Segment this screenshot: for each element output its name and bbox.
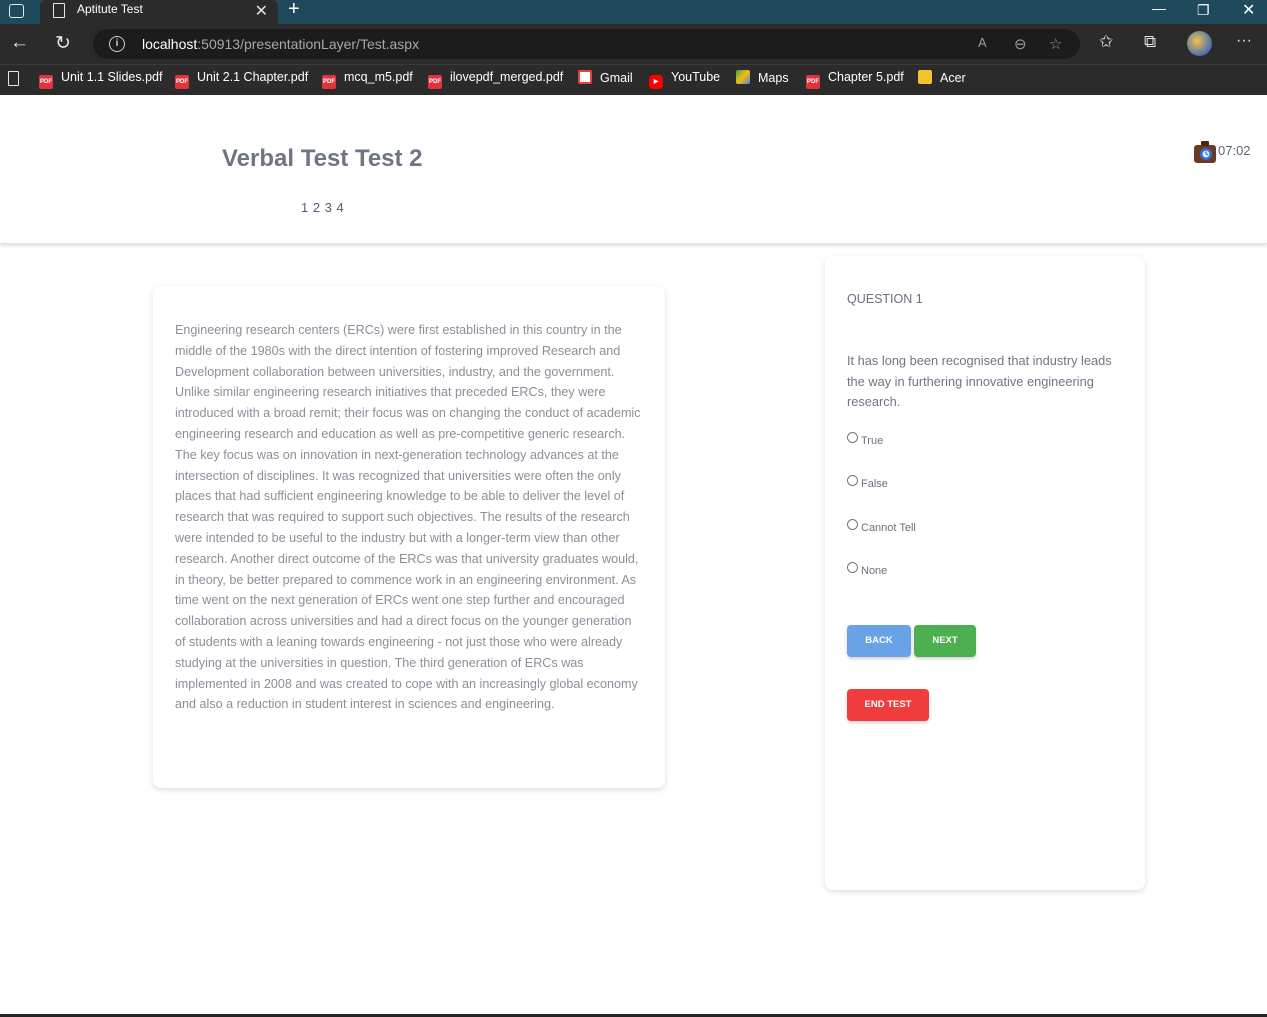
minimize-icon[interactable]: — — [1152, 0, 1166, 16]
question-text: It has long been recognised that industr… — [847, 353, 1112, 410]
passage-text: Engineering research centers (ERCs) were… — [175, 323, 641, 712]
bookmark-unit-2-1[interactable]: PDF Unit 2.1 Chapter.pdf — [175, 70, 308, 89]
pdf-icon: PDF — [428, 75, 442, 89]
browser-tab[interactable]: Aptitute Test ✕ — [40, 0, 278, 24]
restore-icon[interactable]: ❐ — [1197, 2, 1210, 19]
address-toolbar: ← ↻ i localhost:50913/presentationLayer/… — [0, 24, 1267, 64]
bookmarks-bar: PDF Unit 1.1 Slides.pdf PDF Unit 2.1 Chapt… — [0, 64, 1267, 95]
pdf-icon: PDF — [806, 75, 820, 89]
more-menu-icon[interactable]: ··· — [1236, 32, 1252, 50]
profile-avatar[interactable] — [1187, 31, 1212, 56]
end-test-button[interactable]: END TEST — [847, 689, 929, 721]
youtube-icon: ▶ — [649, 75, 663, 89]
passage-card: Engineering research centers (ERCs) were… — [153, 286, 665, 788]
timer-icon — [1194, 141, 1216, 163]
option-cannot-tell[interactable]: Cannot Tell — [847, 519, 916, 534]
close-window-icon[interactable]: ✕ — [1242, 0, 1255, 20]
tab-title: Aptitute Test — [77, 2, 143, 16]
page-title: Verbal Test Test 2 — [222, 145, 423, 172]
url-field[interactable]: i localhost:50913/presentationLayer/Test… — [93, 29, 1080, 59]
back-button[interactable]: BACK — [847, 625, 911, 657]
radio-button[interactable] — [847, 562, 858, 573]
zoom-icon[interactable]: ⊖ — [1014, 35, 1027, 53]
radio-button[interactable] — [847, 432, 858, 443]
question-card: QUESTION 1 It has long been recognised t… — [825, 256, 1145, 890]
question-number: QUESTION 1 — [847, 292, 923, 306]
read-aloud-icon[interactable]: A — [978, 35, 987, 50]
gmail-icon — [578, 70, 592, 84]
new-tab-icon[interactable]: + — [288, 0, 300, 21]
page-icon — [53, 3, 65, 18]
question-pager[interactable]: 1 2 3 4 — [301, 200, 344, 215]
pdf-icon: PDF — [175, 75, 189, 89]
bookmark-youtube[interactable]: ▶ YouTube — [649, 70, 720, 89]
bookmark-chapter-5[interactable]: PDF Chapter 5.pdf — [806, 70, 904, 89]
option-false[interactable]: False — [847, 475, 888, 490]
browser-tab-bar: Aptitute Test ✕ + — ❐ ✕ — [0, 0, 1267, 24]
bookmark-ilovepdf[interactable]: PDF ilovepdf_merged.pdf — [428, 70, 563, 89]
next-button[interactable]: NEXT — [914, 625, 976, 657]
bookmark-unit-1-1[interactable]: PDF Unit 1.1 Slides.pdf — [39, 70, 162, 89]
pdf-icon: PDF — [322, 75, 336, 89]
option-true[interactable]: True — [847, 432, 883, 447]
close-tab-icon[interactable]: ✕ — [255, 1, 268, 21]
back-icon[interactable]: ← — [10, 32, 29, 54]
refresh-icon[interactable]: ↻ — [55, 32, 71, 55]
bookmark-acer[interactable]: Acer — [918, 70, 966, 85]
favorites-icon[interactable]: ✩ — [1099, 32, 1113, 52]
url-text[interactable]: localhost:50913/presentationLayer/Test.a… — [142, 36, 419, 52]
radio-button[interactable] — [847, 475, 858, 486]
sidebar-toggle-icon[interactable] — [9, 4, 24, 18]
info-icon[interactable]: i — [109, 36, 125, 52]
timer-value: 07:02 — [1218, 143, 1251, 158]
bookmark-maps[interactable]: Maps — [736, 70, 789, 85]
favorite-add-icon[interactable]: ☆ — [1049, 35, 1062, 53]
test-header: Verbal Test Test 2 1 2 3 4 07:02 — [0, 96, 1267, 244]
page-icon — [8, 71, 19, 86]
radio-button[interactable] — [847, 519, 858, 530]
collections-icon[interactable]: ⧉ — [1144, 32, 1156, 52]
maps-icon — [736, 70, 750, 84]
folder-icon — [918, 70, 932, 84]
option-none[interactable]: None — [847, 562, 887, 577]
pdf-icon: PDF — [39, 75, 53, 89]
bookmark-mcq-m5[interactable]: PDF mcq_m5.pdf — [322, 70, 413, 89]
bookmark-gmail[interactable]: Gmail — [578, 70, 633, 85]
